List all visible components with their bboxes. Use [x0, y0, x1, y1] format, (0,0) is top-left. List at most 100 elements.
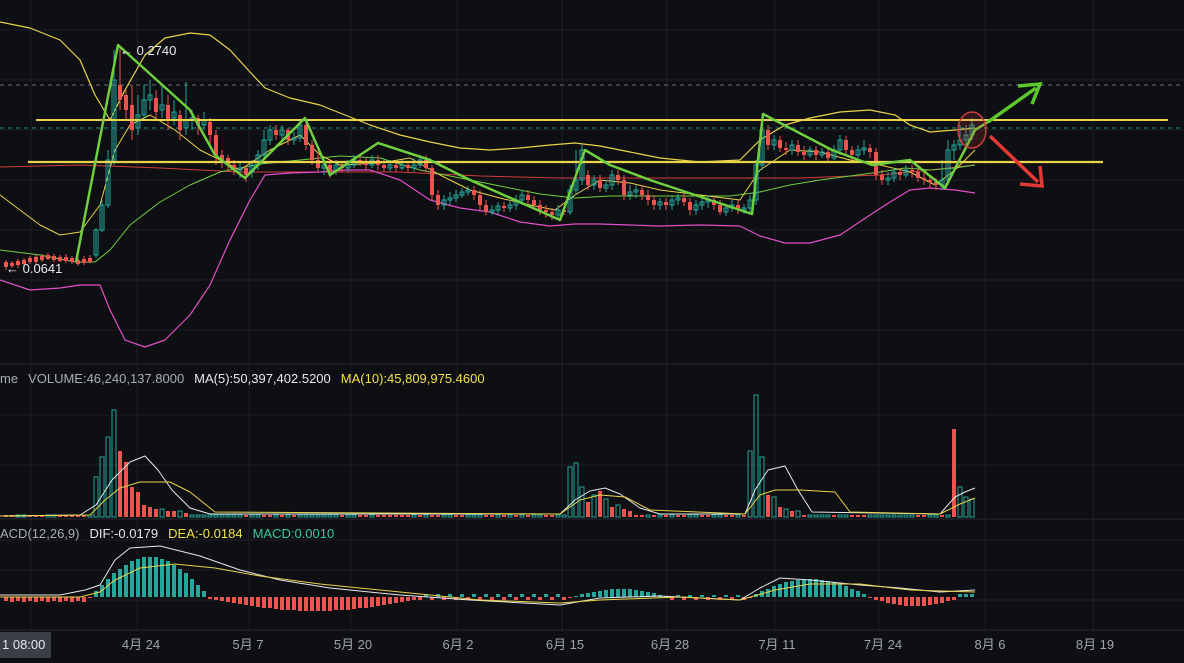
volume-bar	[352, 515, 356, 517]
macd-histogram-bar	[304, 597, 308, 611]
macd-histogram-bar	[904, 597, 908, 606]
price-chart[interactable]	[0, 0, 1184, 663]
macd-histogram-bar	[544, 594, 548, 597]
volume-bar	[178, 511, 182, 517]
volume-bar	[172, 511, 176, 517]
macd-histogram-bar	[862, 594, 866, 597]
candle-body	[718, 205, 722, 212]
volume-bar	[586, 502, 590, 517]
macd-histogram-bar	[148, 557, 152, 597]
volume-bar	[928, 515, 932, 517]
macd-histogram-bar	[826, 581, 830, 597]
macd-histogram-bar	[568, 597, 572, 598]
volume-bar	[724, 515, 728, 517]
volume-bar	[970, 499, 974, 517]
volume-bar	[382, 515, 386, 517]
macd-histogram-bar	[700, 595, 704, 597]
macd-histogram-bar	[472, 594, 476, 597]
volume-bar	[184, 513, 188, 517]
macd-histogram-bar	[106, 579, 110, 597]
macd-histogram-bar	[592, 592, 596, 597]
macd-histogram-bar	[838, 584, 842, 597]
candle-body	[766, 130, 770, 145]
volume-bar	[250, 515, 254, 517]
macd-histogram-bar	[484, 594, 488, 597]
macd-histogram-bar	[808, 579, 812, 597]
volume-bar	[694, 515, 698, 517]
volume-bar	[136, 492, 140, 517]
volume-bar	[688, 515, 692, 517]
volume-bar	[742, 515, 746, 517]
candle-body	[124, 95, 128, 110]
macd-histogram-bar	[298, 597, 302, 611]
low-price-label: ← 0.0641	[6, 261, 62, 276]
macd-histogram-bar	[526, 597, 530, 600]
volume-ma10-line	[0, 482, 975, 516]
volume-bar	[556, 515, 560, 517]
candle-body	[922, 178, 926, 180]
volume-bar	[676, 515, 680, 517]
volume-bar	[316, 515, 320, 517]
volume-bar	[952, 429, 956, 517]
volume-bar	[100, 457, 104, 517]
volume-bar	[622, 509, 626, 517]
macd-histogram-bar	[736, 595, 740, 597]
macd-histogram-bar	[886, 597, 890, 603]
candle-body	[40, 256, 44, 260]
candle-body	[478, 195, 482, 205]
volume-bar	[142, 505, 146, 517]
x-axis-tick-label: 6月 28	[651, 634, 689, 653]
candle-body	[910, 170, 914, 172]
x-axis-tick-label: 8月 6	[974, 634, 1005, 653]
volume-bar	[148, 507, 152, 517]
candle-body	[802, 152, 806, 155]
volume-bar	[286, 515, 290, 517]
volume-bar	[460, 515, 464, 517]
volume-bar	[370, 515, 374, 517]
candle-body	[208, 122, 212, 135]
macd-histogram-bar	[388, 597, 392, 604]
macd-histogram-bar	[400, 597, 404, 602]
macd-histogram-bar	[208, 597, 212, 599]
candle-body	[928, 180, 932, 182]
macd-histogram-bar	[928, 597, 932, 605]
volume-bar	[130, 487, 134, 517]
volume-bar	[154, 509, 158, 517]
macd-histogram-bar	[58, 597, 62, 602]
candle-body	[310, 145, 314, 160]
macd-histogram-bar	[556, 594, 560, 597]
macd-histogram-bar	[16, 597, 20, 601]
x-axis-tick-label: 6月 15	[546, 634, 584, 653]
candle-body	[130, 105, 134, 130]
candle-body	[778, 140, 782, 148]
macd-histogram-bar	[940, 597, 944, 603]
macd-histogram-bar	[160, 559, 164, 597]
macd-histogram-bar	[118, 569, 122, 597]
volume-bar	[268, 515, 272, 517]
volume-bar	[490, 515, 494, 517]
volume-bar	[856, 515, 860, 517]
candle-body	[850, 150, 854, 155]
volume-bar	[958, 487, 962, 517]
volume-bar	[550, 515, 554, 517]
volume-bar	[478, 515, 482, 517]
macd-histogram-bar	[490, 597, 494, 600]
volume-bar	[208, 515, 212, 517]
volume-bar	[202, 515, 206, 517]
macd-histogram-bar	[550, 597, 554, 600]
crosshair-date-tag: 1 08:00	[0, 632, 51, 658]
macd-histogram-bar	[214, 597, 218, 600]
volume-bar	[328, 515, 332, 517]
volume-bar	[304, 515, 308, 517]
volume-bar	[730, 515, 734, 517]
candle-body	[880, 175, 884, 180]
macd-histogram-bar	[952, 597, 956, 600]
volume-bar	[364, 515, 368, 517]
macd-histogram-bar	[898, 597, 902, 605]
macd-histogram-bar	[274, 597, 278, 609]
volume-bar	[778, 507, 782, 517]
candle-body	[868, 148, 872, 152]
volume-bar	[784, 509, 788, 517]
volume-bar	[568, 467, 572, 517]
macd-histogram-bar	[532, 594, 536, 597]
